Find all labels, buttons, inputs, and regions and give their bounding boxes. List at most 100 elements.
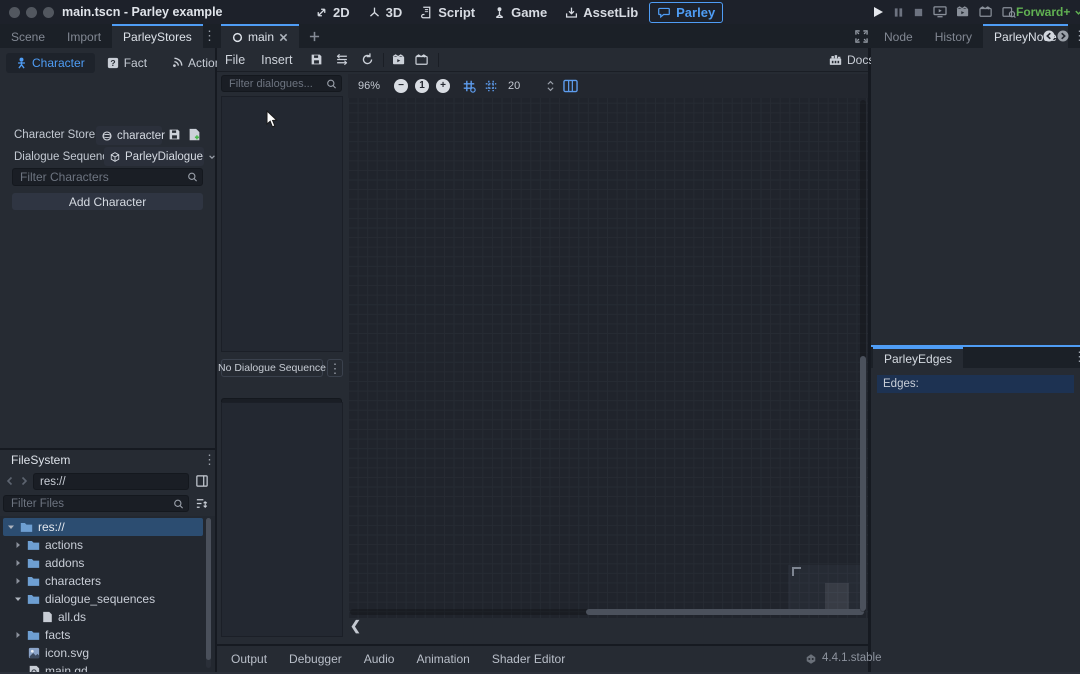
caret-down-icon[interactable]	[7, 523, 15, 531]
tab-scene[interactable]: Scene	[0, 24, 56, 48]
workspace-3d[interactable]: 3D	[361, 3, 410, 22]
window-close-button[interactable]	[9, 7, 20, 18]
tree-row-main-gd[interactable]: main.gd	[28, 662, 204, 672]
tree-row-characters[interactable]: characters	[14, 572, 204, 590]
store-tab-character[interactable]: Character	[6, 53, 95, 73]
save-icon[interactable]	[310, 53, 323, 66]
tree-row-addons[interactable]: addons	[14, 554, 204, 572]
history-back-icon[interactable]	[1043, 30, 1055, 42]
nav-back-icon[interactable]	[5, 476, 15, 486]
bottom-tab-output[interactable]: Output	[220, 652, 278, 666]
tab-import[interactable]: Import	[56, 24, 112, 48]
tab-history[interactable]: History	[924, 24, 983, 48]
caret-right-icon[interactable]	[14, 559, 22, 567]
workspace-script[interactable]: Script	[413, 3, 482, 22]
edges-menu-icon[interactable]: ⋮	[1073, 350, 1080, 363]
graph-minimap[interactable]	[788, 565, 864, 612]
refresh-icon[interactable]	[361, 53, 374, 66]
dialogue-graph[interactable]: 96% − 1 + 20	[348, 74, 868, 618]
save-store-icon[interactable]	[168, 128, 181, 141]
filter-dialogues-input[interactable]	[221, 75, 342, 92]
tab-node[interactable]: Node	[873, 24, 924, 48]
graph-vscrollbar[interactable]	[860, 100, 866, 612]
scrollbar-handle[interactable]	[206, 518, 211, 660]
bottom-tab-debugger[interactable]: Debugger	[278, 652, 353, 666]
play-custom-scene-button[interactable]	[979, 6, 993, 18]
tree-row-res[interactable]: res://	[3, 518, 203, 536]
dialogue-sequence-select[interactable]: ParleyDialogue	[104, 147, 204, 166]
nodes-list[interactable]	[221, 402, 343, 637]
bottom-tab-animation[interactable]: Animation	[405, 652, 480, 666]
tree-row-actions[interactable]: actions	[14, 536, 204, 554]
distraction-free-icon[interactable]	[855, 30, 868, 43]
nav-forward-icon[interactable]	[19, 476, 29, 486]
path-field[interactable]: res://	[33, 473, 189, 490]
docs-button[interactable]: Docs	[829, 48, 874, 72]
arrange-nodes-icon[interactable]	[335, 53, 349, 66]
bottom-tab-shader-editor[interactable]: Shader Editor	[481, 652, 576, 666]
new-store-icon[interactable]	[188, 128, 201, 141]
tab-parley-edges[interactable]: ParleyEdges	[873, 347, 963, 368]
caret-right-icon[interactable]	[14, 541, 22, 549]
snap-toggle-icon[interactable]	[462, 79, 476, 93]
pause-button[interactable]	[893, 7, 904, 18]
play-button[interactable]	[872, 6, 884, 18]
caret-down-icon[interactable]	[14, 595, 22, 603]
zoom-reset-button[interactable]: 1	[415, 79, 429, 93]
stop-button[interactable]	[913, 7, 924, 18]
character-store-select[interactable]: character	[96, 126, 162, 145]
movie-maker-toggle[interactable]	[1002, 6, 1016, 18]
bottom-tab-audio[interactable]: Audio	[353, 652, 406, 666]
window-zoom-button[interactable]	[43, 7, 54, 18]
workspace-assetlib[interactable]: AssetLib	[558, 3, 645, 22]
menu-insert[interactable]: Insert	[253, 53, 300, 67]
edges-header-row[interactable]: Edges:	[877, 375, 1074, 393]
dock-menu-icon[interactable]: ⋮	[203, 29, 216, 42]
tree-row-icon-svg[interactable]: icon.svg	[28, 644, 204, 662]
history-forward-icon[interactable]	[1057, 30, 1069, 42]
menu-file[interactable]: File	[217, 53, 253, 67]
add-scene-tab-button[interactable]	[309, 31, 320, 42]
zoom-in-button[interactable]: +	[436, 79, 450, 93]
filesystem-scrollbar[interactable]	[206, 518, 211, 668]
store-tab-fact[interactable]: ? Fact	[95, 53, 159, 73]
sequence-menu-button[interactable]: ⋮	[327, 359, 343, 377]
renderer-select[interactable]: Forward+	[1016, 0, 1080, 24]
filter-files-input[interactable]	[3, 495, 189, 512]
tree-row-all-ds[interactable]: all.ds	[42, 608, 204, 626]
snap-step-spinner[interactable]	[546, 79, 555, 93]
tree-row-dialogue-sequences[interactable]: dialogue_sequences	[14, 590, 204, 608]
play-scene-button[interactable]	[956, 6, 970, 18]
filter-characters-input[interactable]	[12, 168, 203, 186]
tab-parley-node[interactable]: ParleyNode	[983, 24, 1068, 48]
grid-toggle-icon[interactable]	[484, 79, 498, 93]
play-remote-button[interactable]	[933, 6, 947, 18]
add-character-button[interactable]: Add Character	[12, 193, 203, 210]
tab-parley-stores[interactable]: ParleyStores	[112, 24, 203, 48]
workspace-parley[interactable]: Parley	[649, 2, 723, 23]
split-mode-icon[interactable]	[196, 475, 208, 487]
tree-row-facts[interactable]: facts	[14, 626, 204, 644]
2d-icon	[315, 6, 328, 19]
minimap-toggle-icon[interactable]	[563, 79, 578, 93]
run-dialogue-from-icon[interactable]	[415, 54, 429, 66]
sort-files-icon[interactable]	[195, 497, 208, 510]
caret-right-icon[interactable]	[14, 631, 22, 639]
zoom-out-button[interactable]: −	[394, 79, 408, 93]
filesystem-menu-icon[interactable]: ⋮	[203, 453, 216, 466]
collapse-sidebar-chevron[interactable]: ❮	[350, 618, 361, 634]
dialogues-list[interactable]	[221, 96, 343, 352]
graph-hscrollbar[interactable]	[350, 609, 864, 615]
tab-filesystem[interactable]: FileSystem	[0, 450, 215, 470]
parley-stores-panel: Character ? Fact Action Character Store:…	[0, 48, 215, 448]
workspace-2d[interactable]: 2D	[308, 3, 357, 22]
window-minimize-button[interactable]	[26, 7, 37, 18]
caret-right-icon[interactable]	[14, 577, 22, 585]
vscroll-handle[interactable]	[860, 356, 866, 611]
right-dock-menu-icon[interactable]: ⋮	[1073, 29, 1080, 42]
close-tab-icon[interactable]	[279, 33, 288, 42]
scene-tab-main[interactable]: main	[221, 24, 299, 48]
workspace-game[interactable]: Game	[486, 3, 554, 22]
hscroll-handle[interactable]	[586, 609, 864, 615]
run-dialogue-icon[interactable]	[392, 54, 406, 66]
